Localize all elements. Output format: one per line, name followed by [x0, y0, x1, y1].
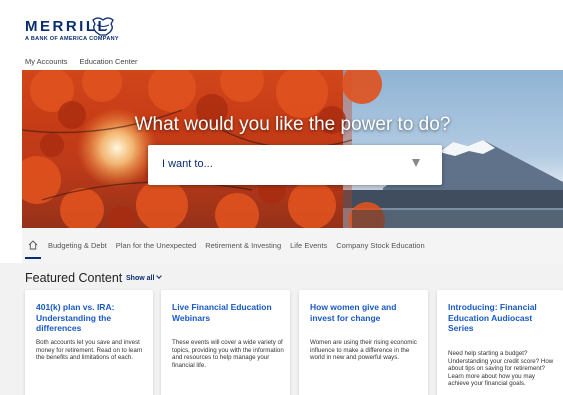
home-icon[interactable]: [28, 240, 38, 250]
card-title[interactable]: Introducing: Financial Education Audioca…: [448, 302, 556, 334]
site-header: MERRILL A BANK OF AMERICA COMPANY My Acc…: [0, 0, 563, 70]
card-body: These events will cover a wide variety o…: [172, 339, 284, 369]
hero-title: What would you like the power to do?: [134, 114, 451, 135]
show-all-link[interactable]: Show all: [126, 273, 163, 282]
tab-retirement-investing[interactable]: Retirement & Investing: [205, 241, 281, 250]
content-card-women-invest[interactable]: How women give and invest for change Wom…: [299, 290, 428, 395]
card-body: Both accounts let you save and invest mo…: [36, 339, 143, 362]
hero-banner: What would you like the power to do? I w…: [22, 70, 563, 228]
content-card-audiocast[interactable]: Introducing: Financial Education Audioca…: [437, 290, 563, 395]
chevron-down-icon: [156, 273, 163, 279]
content-card-401k[interactable]: 401(k) plan vs. IRA: Understanding the d…: [25, 290, 153, 395]
card-body: Need help starting a budget? Understandi…: [448, 350, 554, 388]
caret-down-icon: [412, 159, 420, 167]
tab-company-stock-education[interactable]: Company Stock Education: [336, 241, 424, 250]
card-title[interactable]: 401(k) plan vs. IRA: Understanding the d…: [36, 302, 146, 334]
bull-logo-icon: [92, 17, 114, 36]
card-title[interactable]: How women give and invest for change: [310, 302, 420, 323]
top-nav: My Accounts Education Center: [25, 57, 137, 66]
nav-my-accounts[interactable]: My Accounts: [25, 57, 68, 66]
tab-budgeting-debt[interactable]: Budgeting & Debt: [48, 241, 107, 250]
topic-tab-bar: Budgeting & Debt Plan for the Unexpected…: [22, 228, 563, 263]
nav-education-center[interactable]: Education Center: [80, 57, 138, 66]
content-card-webinars[interactable]: Live Financial Education Webinars These …: [161, 290, 290, 395]
card-title[interactable]: Live Financial Education Webinars: [172, 302, 282, 323]
tab-life-events[interactable]: Life Events: [290, 241, 327, 250]
show-all-label: Show all: [126, 275, 155, 282]
i-want-to-dropdown[interactable]: I want to...: [148, 145, 442, 185]
tab-plan-for-unexpected[interactable]: Plan for the Unexpected: [116, 241, 196, 250]
card-body: Women are using their rising economic in…: [310, 339, 417, 362]
topic-tabs: Budgeting & Debt Plan for the Unexpected…: [48, 241, 425, 250]
featured-title: Featured Content: [25, 271, 123, 285]
active-tab-indicator: [25, 257, 41, 259]
featured-section: Featured Content Show all 401(k) plan vs…: [0, 263, 563, 395]
dropdown-value: I want to...: [162, 158, 213, 170]
